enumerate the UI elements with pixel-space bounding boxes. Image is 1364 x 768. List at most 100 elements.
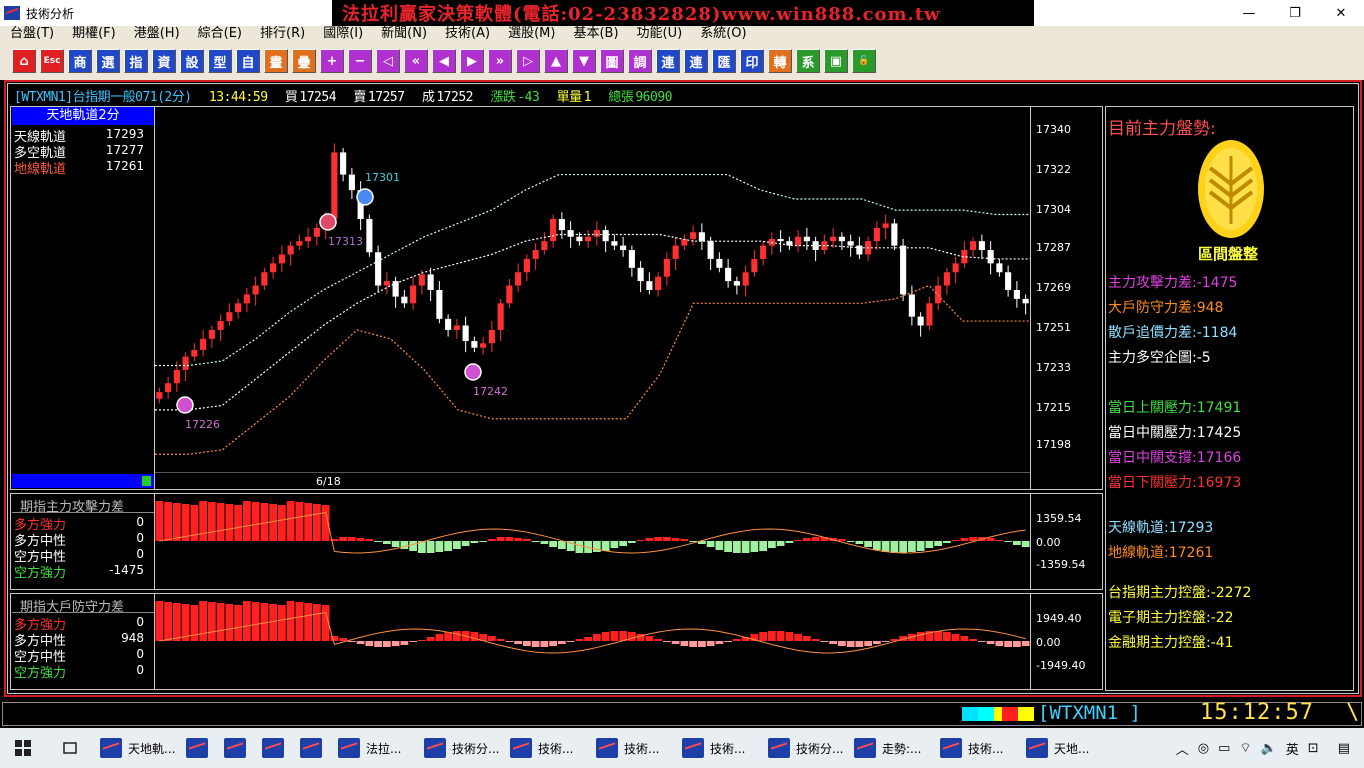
histogram-bar xyxy=(356,538,365,541)
toolbar-button-19[interactable]: ▲ xyxy=(544,49,568,73)
fast-right-icon: » xyxy=(495,53,505,69)
histogram-bar xyxy=(505,641,514,642)
toolbar-button-12[interactable]: − xyxy=(348,49,372,73)
toolbar-button-30[interactable]: 🔓 xyxy=(852,49,876,73)
histogram-bar xyxy=(619,541,627,546)
menu-item-9[interactable]: 基本(B) xyxy=(563,26,626,42)
taskbar-item-10[interactable]: 技術分... xyxy=(762,728,848,768)
candle-body xyxy=(891,223,898,246)
y-tick: 17198 xyxy=(1036,438,1071,452)
deal-label: 成 xyxy=(421,90,435,105)
menu-item-2[interactable]: 港盤(H) xyxy=(124,26,188,42)
toolbar-button-21[interactable]: 圖 xyxy=(600,49,624,73)
band-line xyxy=(155,284,1030,455)
toolbar-button-20[interactable]: ▼ xyxy=(572,49,596,73)
taskbar-item-5[interactable]: 法拉... xyxy=(332,728,418,768)
row-value: -1475 xyxy=(109,563,144,577)
taskbar-item-4[interactable] xyxy=(294,728,332,768)
taskbar-item-9[interactable]: 技術... xyxy=(676,728,762,768)
candle-body xyxy=(340,152,347,175)
toolbar-button-15[interactable]: ◀ xyxy=(432,49,456,73)
toolbar-button-5[interactable]: 資 xyxy=(152,49,176,73)
toolbar-button-0[interactable]: ⌂ xyxy=(12,49,36,73)
menu-item-11[interactable]: 系統(O) xyxy=(690,26,754,42)
y-tick: 17322 xyxy=(1036,163,1071,177)
menu-item-10[interactable]: 功能(U) xyxy=(627,26,691,42)
taskbar-item-13[interactable]: 天地... xyxy=(1020,728,1106,768)
toolbar-button-2[interactable]: 商 xyxy=(68,49,92,73)
histogram-bar xyxy=(811,537,820,541)
ime-icon[interactable]: ⊡ xyxy=(1308,741,1319,756)
histogram-bar xyxy=(750,541,759,552)
taskbar-item-2[interactable] xyxy=(218,728,256,768)
histogram-bar xyxy=(934,541,942,546)
app-icon xyxy=(854,738,876,758)
toolbar-button-10[interactable]: 疊 xyxy=(292,49,316,73)
minimize-button[interactable]: — xyxy=(1226,0,1272,26)
tray-people-icon[interactable]: ◎ xyxy=(1198,741,1209,756)
menu-item-7[interactable]: 技術(A) xyxy=(435,26,498,42)
histogram-bar xyxy=(768,631,776,641)
main-panel-header: 天地軌道2分 xyxy=(12,107,154,125)
toolbar-button-1[interactable]: Esc xyxy=(40,49,64,73)
toolbar-button-6[interactable]: 設 xyxy=(180,49,204,73)
histogram-bar xyxy=(173,503,181,541)
candle-body xyxy=(935,285,942,304)
toolbar-button-8[interactable]: 自 xyxy=(236,49,260,73)
toolbar-button-7[interactable]: 型 xyxy=(208,49,232,73)
close-button[interactable]: ✕ xyxy=(1318,0,1364,26)
toolbar-button-3[interactable]: 選 xyxy=(96,49,120,73)
menu-item-5[interactable]: 國際(I) xyxy=(313,26,371,42)
restore-button[interactable]: ❐ xyxy=(1272,0,1318,26)
taskbar-item-12[interactable]: 技術... xyxy=(934,728,1020,768)
toolbar-button-18[interactable]: ▷ xyxy=(516,49,540,73)
histogram-bar xyxy=(803,538,811,541)
menu-item-1[interactable]: 期權(F) xyxy=(62,26,124,42)
menu-item-6[interactable]: 新聞(N) xyxy=(371,26,435,42)
taskbar-item-1[interactable] xyxy=(180,728,218,768)
wifi-icon[interactable]: ⌔ xyxy=(1239,740,1251,756)
toolbar-button-11[interactable]: + xyxy=(320,49,344,73)
left-icon: ◀ xyxy=(439,53,449,69)
toolbar-button-25[interactable]: 匯 xyxy=(712,49,736,73)
toolbar-button-17[interactable]: » xyxy=(488,49,512,73)
candle-body xyxy=(1013,290,1020,299)
menu-item-8[interactable]: 選股(M) xyxy=(498,26,563,42)
menu-item-4[interactable]: 排行(R) xyxy=(250,26,313,42)
app-icon xyxy=(4,6,20,20)
app-icon xyxy=(224,738,246,758)
toolbar-button-22[interactable]: 調 xyxy=(628,49,652,73)
volume-icon[interactable]: 🔈 xyxy=(1261,741,1277,756)
taskbar-item-0[interactable]: 天地軌... xyxy=(94,728,180,768)
toolbar-button-23[interactable]: 連 xyxy=(656,49,680,73)
candle-body xyxy=(331,152,338,219)
candle-body xyxy=(602,230,609,242)
candle-body xyxy=(847,241,854,246)
toolbar-button-13[interactable]: ◁ xyxy=(376,49,400,73)
toolbar-button-9[interactable]: 畫 xyxy=(264,49,288,73)
input-language[interactable]: 英 xyxy=(1286,739,1299,758)
taskbar-item-8[interactable]: 技術... xyxy=(590,728,676,768)
toolbar-button-16[interactable]: ▶ xyxy=(460,49,484,73)
toolbar-button-27[interactable]: 轉 xyxy=(768,49,792,73)
menu-item-0[interactable]: 台盤(T) xyxy=(0,26,62,42)
toolbar-button-4[interactable]: 指 xyxy=(124,49,148,73)
toolbar-button-24[interactable]: 連 xyxy=(684,49,708,73)
notification-icon[interactable]: ▤ xyxy=(1338,741,1350,756)
taskbar-item-11[interactable]: 走勢:... xyxy=(848,728,934,768)
task-view-button[interactable] xyxy=(46,728,94,768)
toolbar-button-29[interactable]: ▣ xyxy=(824,49,848,73)
taskbar-item-3[interactable] xyxy=(256,728,294,768)
toolbar-button-14[interactable]: « xyxy=(404,49,428,73)
taskbar-item-7[interactable]: 技術... xyxy=(504,728,590,768)
start-button[interactable] xyxy=(0,728,46,768)
tray-display-icon[interactable]: ▭ xyxy=(1218,741,1230,756)
toolbar-button-26[interactable]: 印 xyxy=(740,49,764,73)
divider xyxy=(1030,594,1031,689)
histogram-bar xyxy=(453,541,461,549)
candle-body xyxy=(611,241,618,246)
toolbar-button-28[interactable]: 系 xyxy=(796,49,820,73)
taskbar-item-6[interactable]: 技術分... xyxy=(418,728,504,768)
menu-item-3[interactable]: 綜合(E) xyxy=(188,26,250,42)
tray-chevron-icon[interactable]: ︿ xyxy=(1176,739,1189,758)
